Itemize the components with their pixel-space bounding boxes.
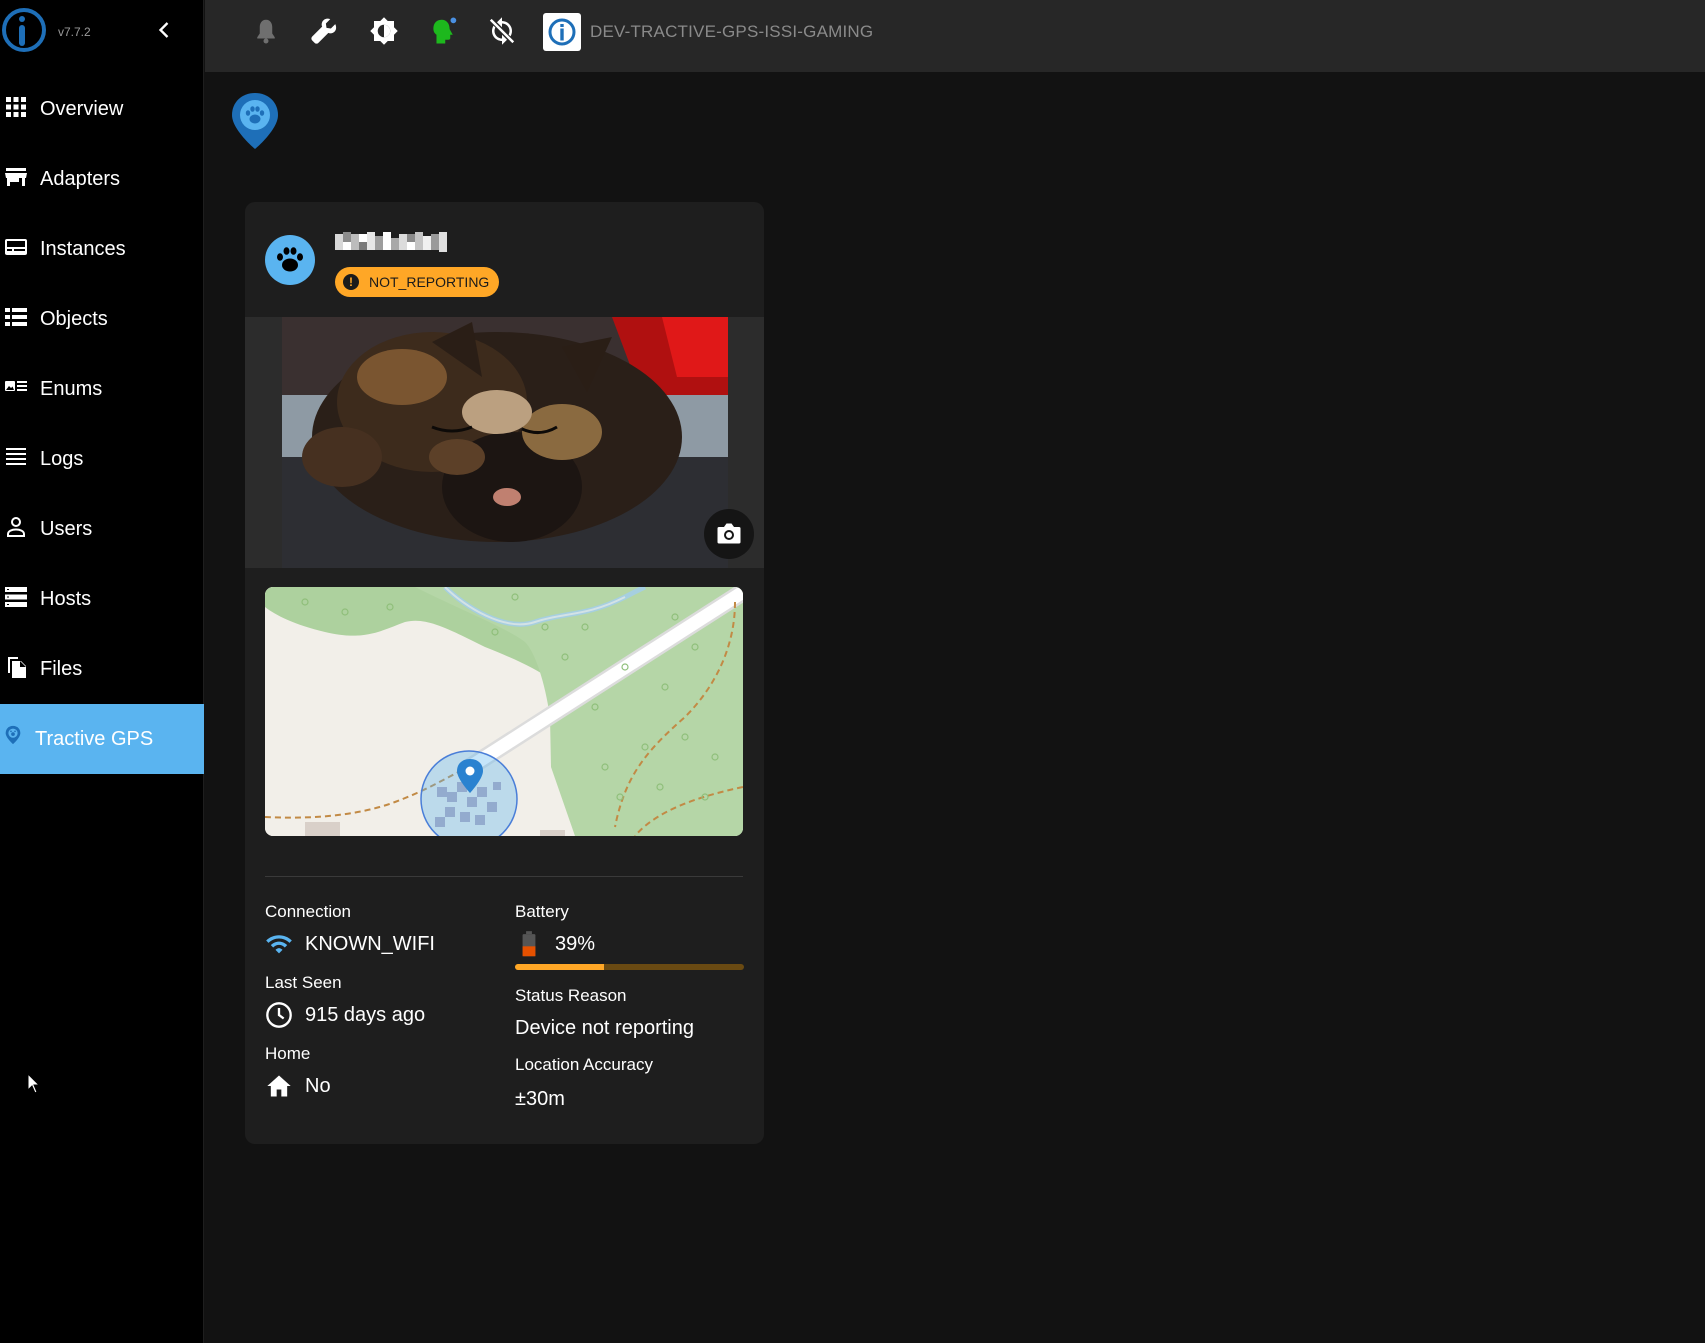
sidebar-item-logs[interactable]: Logs <box>0 424 204 494</box>
sidebar-item-users[interactable]: Users <box>0 494 204 564</box>
sidebar-item-enums[interactable]: Enums <box>0 354 204 424</box>
theme-toggle-button[interactable] <box>369 16 399 46</box>
hosts-icon <box>5 587 27 607</box>
bell-icon <box>257 19 275 44</box>
device-avatar <box>265 235 315 285</box>
battery-icon <box>522 931 536 957</box>
battery-progress <box>515 964 744 970</box>
host-logo[interactable] <box>543 13 581 51</box>
pet-photo-image <box>282 317 728 568</box>
enums-icon <box>5 381 27 391</box>
tractive-icon <box>232 93 278 149</box>
status-badge-label: NOT_REPORTING <box>369 274 490 290</box>
topbar: DEV-TRACTIVE-GPS-ISSI-GAMING <box>205 0 1705 72</box>
change-photo-button[interactable] <box>704 509 754 559</box>
sidebar-item-overview[interactable]: Overview <box>0 74 204 144</box>
host-name: DEV-TRACTIVE-GPS-ISSI-GAMING <box>590 22 874 41</box>
files-icon <box>8 657 26 678</box>
location-map[interactable] <box>265 587 743 836</box>
connection-label: Connection <box>265 902 352 921</box>
instances-icon <box>5 239 27 255</box>
collapse-sidebar-button[interactable] <box>150 16 178 44</box>
sync-off-icon <box>489 17 515 45</box>
location-accuracy-value: ±30m <box>515 1088 565 1110</box>
sidebar-item-files[interactable]: Files <box>0 634 204 704</box>
store-icon <box>5 168 27 186</box>
sidebar-item-objects[interactable]: Objects <box>0 284 204 354</box>
sidebar-item-label: Adapters <box>40 168 121 190</box>
iobroker-host-icon <box>548 18 576 46</box>
home-value: No <box>305 1075 331 1097</box>
clock-icon <box>266 1002 292 1028</box>
brightness-icon <box>370 17 398 45</box>
sidebar-header: v7.7.2 <box>0 0 204 66</box>
status-badge: ! NOT_REPORTING <box>335 267 500 297</box>
wifi-icon <box>266 935 292 954</box>
battery-progress-fill <box>515 964 605 970</box>
camera-icon <box>717 523 741 544</box>
home-icon <box>267 1075 291 1097</box>
sidebar-item-adapters[interactable]: Adapters <box>0 144 204 214</box>
sidebar-item-label: Enums <box>40 378 103 400</box>
user-icon <box>7 517 25 537</box>
map-tiles <box>265 587 743 836</box>
pet-photo <box>282 317 728 568</box>
status-reason-value: Device not reporting <box>515 1017 694 1039</box>
battery-value: 39% <box>555 933 596 955</box>
notifications-button[interactable] <box>251 16 281 46</box>
sidebar-nav: Overview Adapters Instances Objects Enum… <box>0 74 204 774</box>
photo-area <box>245 317 764 568</box>
sidebar-item-label: Logs <box>40 448 84 470</box>
device-name-redacted <box>335 230 455 254</box>
home-label: Home <box>265 1044 311 1063</box>
grid-icon <box>6 97 26 117</box>
sidebar-item-label: Files <box>40 658 83 680</box>
mouse-cursor <box>27 1072 41 1095</box>
sidebar-item-label: Hosts <box>40 588 92 610</box>
divider <box>265 876 743 877</box>
pixelated-name <box>335 232 447 252</box>
sync-button[interactable] <box>487 16 517 46</box>
sidebar-item-hosts[interactable]: Hosts <box>0 564 204 634</box>
alert-icon: ! <box>343 274 359 290</box>
sidebar: v7.7.2 Overview Adapters Instances Objec… <box>0 0 204 1343</box>
sidebar-item-label: Objects <box>40 308 108 330</box>
sidebar-item-label: Instances <box>40 238 126 260</box>
status-reason-label: Status Reason <box>515 986 627 1005</box>
device-card: ! NOT_REPORTING Connection KNOWN_WIFI La… <box>245 202 764 1144</box>
tractive-icon <box>5 725 21 745</box>
sidebar-item-instances[interactable]: Instances <box>0 214 204 284</box>
version-label: v7.7.2 <box>58 25 91 39</box>
sidebar-item-label: Overview <box>40 98 124 120</box>
settings-button[interactable] <box>309 16 339 46</box>
battery-label: Battery <box>515 902 569 921</box>
connection-value: KNOWN_WIFI <box>305 933 435 955</box>
paw-icon <box>277 247 303 272</box>
logs-icon <box>6 448 26 465</box>
wrench-icon <box>311 18 337 44</box>
expert-mode-icon <box>433 17 457 44</box>
expert-mode-button[interactable] <box>429 16 459 46</box>
location-accuracy-label: Location Accuracy <box>515 1055 653 1074</box>
sidebar-item-label: Tractive GPS <box>35 728 154 750</box>
sidebar-item-label: Users <box>40 518 93 540</box>
sidebar-item-tractive-gps[interactable]: Tractive GPS <box>0 704 204 774</box>
last-seen-value: 915 days ago <box>305 1004 426 1026</box>
tractive-gps-logo <box>227 90 283 152</box>
chevron-left-icon <box>158 22 169 38</box>
iobroker-logo <box>2 8 46 52</box>
cursor-icon <box>27 1072 41 1094</box>
last-seen-label: Last Seen <box>265 973 342 992</box>
list-icon <box>5 308 27 326</box>
